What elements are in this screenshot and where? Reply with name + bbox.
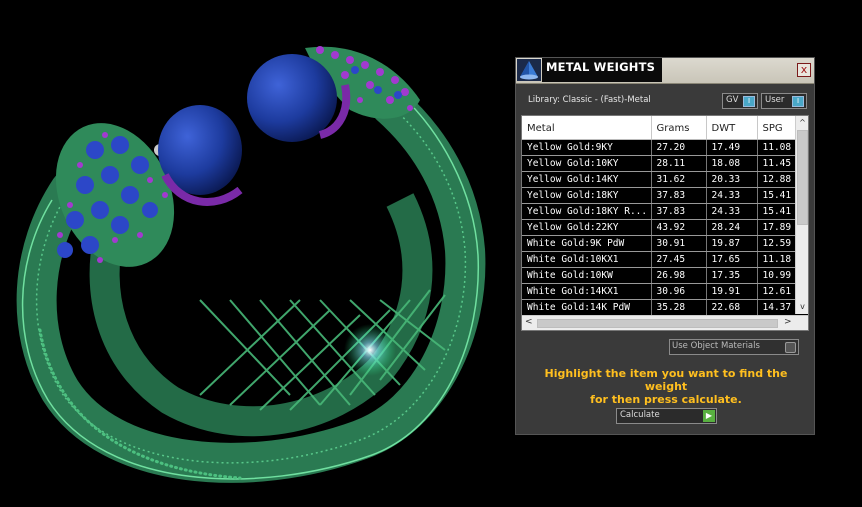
- cell-dwt: 17.65: [706, 251, 758, 268]
- cell-metal: Yellow Gold:18KY R...: [522, 203, 652, 220]
- calculate-button[interactable]: Calculate ▶: [616, 408, 717, 424]
- cell-dwt: 24.33: [706, 187, 758, 204]
- table-row[interactable]: Yellow Gold:22KY 43.92 28.24 17.89: [522, 219, 808, 236]
- cell-grams: 30.91: [651, 235, 707, 252]
- cell-dwt: 19.91: [706, 283, 758, 300]
- hint-line-1: Highlight the item you want to find the …: [544, 367, 788, 393]
- panel-title-box: METAL WEIGHTS: [542, 58, 662, 82]
- cell-metal: Yellow Gold:22KY: [522, 219, 652, 236]
- cell-grams: 37.83: [651, 203, 707, 220]
- panel-title: METAL WEIGHTS: [546, 60, 656, 74]
- cell-grams: 27.20: [651, 139, 707, 156]
- horizontal-scroll-thumb[interactable]: [537, 319, 778, 328]
- table-row[interactable]: Yellow Gold:14KY 31.62 20.33 12.88: [522, 171, 808, 188]
- cell-grams: 31.62: [651, 171, 707, 188]
- table-row[interactable]: Yellow Gold:9KY 27.20 17.49 11.08: [522, 139, 808, 156]
- cell-grams: 30.96: [651, 283, 707, 300]
- close-button[interactable]: x: [797, 63, 811, 77]
- table-row[interactable]: White Gold:9K PdW 30.91 19.87 12.59: [522, 235, 808, 252]
- cell-dwt: 18.08: [706, 155, 758, 172]
- cell-metal: Yellow Gold:18KY: [522, 187, 652, 204]
- cell-metal: Yellow Gold:9KY: [522, 139, 652, 156]
- cell-dwt: 17.35: [706, 267, 758, 284]
- scroll-up-arrow-icon[interactable]: ^: [796, 117, 808, 128]
- scroll-right-arrow-icon[interactable]: >: [784, 317, 792, 327]
- metal-weights-table[interactable]: Metal Grams DWT SPG Yellow Gold:9KY 27.20…: [521, 115, 809, 331]
- triangle-cone-logo: [517, 59, 541, 81]
- cell-metal: White Gold:14K PdW: [522, 299, 652, 316]
- table-row[interactable]: White Gold:10KX1 27.45 17.65 11.18: [522, 251, 808, 268]
- cell-metal: White Gold:14KX1: [522, 283, 652, 300]
- cell-metal: White Gold:9K PdW: [522, 235, 652, 252]
- use-object-materials-toggle[interactable]: Use Object Materials: [669, 339, 799, 355]
- table-row[interactable]: Yellow Gold:18KY 37.83 24.33 15.41: [522, 187, 808, 204]
- hint-line-2: for then press calculate.: [590, 393, 742, 406]
- light-glint: [344, 324, 396, 376]
- play-arrow-icon: ▶: [703, 410, 715, 422]
- calculate-label: Calculate: [620, 410, 660, 420]
- library-label: Library: Classic - (Fast)-Metal: [528, 95, 651, 105]
- hint-text: Highlight the item you want to find the …: [526, 367, 806, 406]
- cell-dwt: 17.49: [706, 139, 758, 156]
- horizontal-scrollbar[interactable]: < >: [522, 315, 808, 330]
- cell-dwt: 24.33: [706, 203, 758, 220]
- table-row[interactable]: Yellow Gold:10KY 28.11 18.08 11.45: [522, 155, 808, 172]
- use-object-materials-label: Use Object Materials: [672, 341, 760, 351]
- cell-dwt: 28.24: [706, 219, 758, 236]
- cell-metal: Yellow Gold:14KY: [522, 171, 652, 188]
- cell-metal: White Gold:10KW: [522, 267, 652, 284]
- user-toggle[interactable]: User I: [761, 93, 807, 109]
- gv-toggle[interactable]: GV I: [722, 93, 758, 109]
- cell-dwt: 19.87: [706, 235, 758, 252]
- table-row[interactable]: White Gold:14K PdW 35.28 22.68 14.37: [522, 299, 808, 316]
- cell-grams: 43.92: [651, 219, 707, 236]
- column-header-dwt[interactable]: DWT: [706, 116, 758, 140]
- cell-metal: Yellow Gold:10KY: [522, 155, 652, 172]
- column-header-metal[interactable]: Metal: [522, 116, 652, 140]
- panel-titlebar[interactable]: METAL WEIGHTS x: [516, 58, 814, 84]
- user-toggle-label: User: [765, 95, 785, 105]
- scroll-down-arrow-icon[interactable]: v: [796, 301, 808, 312]
- scroll-left-arrow-icon[interactable]: <: [525, 317, 533, 327]
- cell-grams: 35.28: [651, 299, 707, 316]
- cell-grams: 37.83: [651, 187, 707, 204]
- cell-dwt: 20.33: [706, 171, 758, 188]
- metal-weights-panel: METAL WEIGHTS x Library: Classic - (Fast…: [515, 57, 815, 435]
- vertical-scroll-thumb[interactable]: [797, 130, 808, 225]
- cell-grams: 27.45: [651, 251, 707, 268]
- cell-grams: 28.11: [651, 155, 707, 172]
- column-header-grams[interactable]: Grams: [651, 116, 707, 140]
- gv-toggle-label: GV: [726, 95, 739, 105]
- table-row[interactable]: White Gold:10KW 26.98 17.35 10.99: [522, 267, 808, 284]
- right-pearl: [247, 54, 337, 142]
- table-header-row: Metal Grams DWT SPG: [522, 116, 808, 140]
- checkbox-icon: [785, 342, 796, 353]
- user-toggle-knob: I: [792, 96, 804, 107]
- cell-grams: 26.98: [651, 267, 707, 284]
- cell-metal: White Gold:10KX1: [522, 251, 652, 268]
- table-row[interactable]: White Gold:14KX1 30.96 19.91 12.61: [522, 283, 808, 300]
- table-row[interactable]: Yellow Gold:18KY R... 37.83 24.33 15.41: [522, 203, 808, 220]
- vertical-scrollbar[interactable]: ^ v: [795, 116, 808, 314]
- cell-dwt: 22.68: [706, 299, 758, 316]
- gv-toggle-knob: I: [743, 96, 755, 107]
